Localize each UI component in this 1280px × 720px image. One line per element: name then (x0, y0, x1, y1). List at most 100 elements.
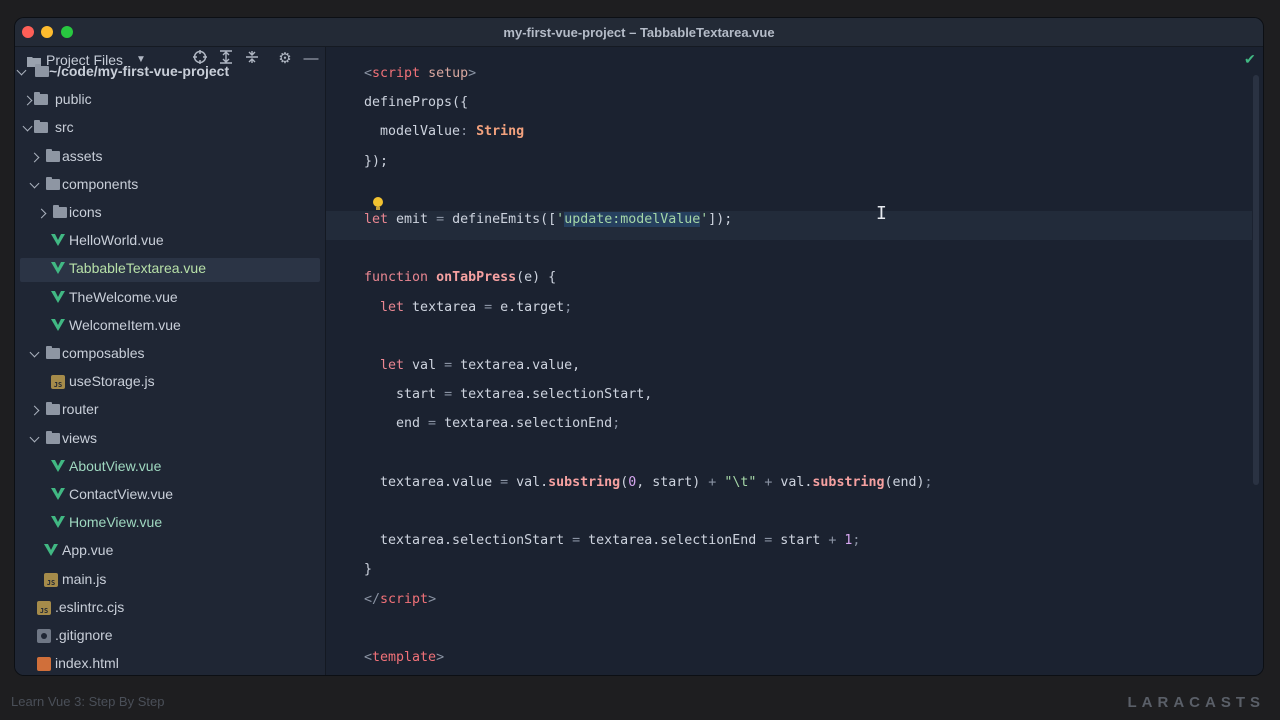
tree-item-label: public (55, 91, 92, 108)
vue-file-icon (51, 262, 65, 275)
chevron-down-icon[interactable] (29, 432, 40, 443)
tree-item-label: icons (69, 204, 102, 220)
tree-file[interactable]: JS .eslintrc.cjs (20, 597, 320, 621)
tree-item-label: TheWelcome.vue (69, 288, 178, 305)
tree-item-label: App.vue (62, 542, 114, 559)
code-line[interactable]: defineProps({ (364, 95, 468, 115)
chevron-down-icon[interactable] (22, 121, 33, 132)
folder-icon (53, 205, 67, 218)
tree-item-label: WelcomeItem.vue (69, 316, 181, 333)
folder-icon (46, 148, 60, 162)
code-editor[interactable]: ✔ <script setup> defineProps({ modelValue… (326, 47, 1263, 675)
ide-window: my-first-vue-project – TabbableTextarea.… (15, 18, 1263, 675)
tree-file[interactable]: JS main.js (20, 569, 320, 593)
tree-item-label: .gitignore (55, 627, 113, 643)
js-file-icon: JS (44, 572, 58, 587)
vertical-scrollbar[interactable] (1253, 75, 1259, 485)
tree-file[interactable]: ContactView.vue (20, 484, 320, 508)
folder-icon (34, 92, 48, 106)
vue-file-icon (51, 459, 65, 472)
code-line[interactable]: function onTabPress(e) { (364, 270, 556, 290)
tree-folder[interactable]: views (20, 428, 320, 452)
code-line[interactable]: let emit = defineEmits(['update:modelVal… (364, 212, 732, 232)
tree-file[interactable]: .gitignore (20, 625, 320, 649)
vue-file-icon (51, 318, 65, 331)
tree-item-label: views (62, 429, 98, 446)
code-line[interactable]: textarea.value = val.substring(0, start)… (364, 475, 933, 495)
folder-icon (34, 120, 48, 134)
code-line[interactable]: }); (364, 154, 388, 174)
lightbulb-icon[interactable] (373, 197, 383, 210)
html-file-icon (37, 657, 51, 672)
tree-item-label: main.js (62, 570, 107, 587)
tree-file[interactable]: index.html (20, 653, 320, 675)
chevron-right-icon[interactable] (29, 405, 40, 416)
tree-file[interactable]: WelcomeItem.vue (20, 315, 320, 339)
tree-folder[interactable]: src (20, 117, 320, 141)
tree-item-label: src (55, 119, 74, 136)
brand-watermark: LARACASTS (1127, 694, 1265, 711)
tree-file[interactable]: App.vue (20, 540, 320, 564)
tree-file[interactable]: HelloWorld.vue (20, 230, 320, 254)
tree-item-label: AboutView.vue (69, 457, 162, 474)
title-bar: my-first-vue-project – TabbableTextarea.… (15, 18, 1263, 47)
tree-folder[interactable]: ~/code/my-first-vue-project (16, 61, 320, 85)
code-line[interactable]: <template> (364, 650, 444, 670)
tree-item-label: router (62, 401, 99, 418)
code-line[interactable]: modelValue: String (364, 124, 524, 144)
tree-file[interactable]: TabbableTextarea.vue (20, 258, 320, 283)
folder-icon (46, 402, 60, 416)
tree-item-label: assets (62, 147, 103, 164)
course-caption: Learn Vue 3: Step By Step (11, 694, 165, 709)
code-line[interactable]: let textarea = e.target; (364, 300, 572, 320)
vue-file-icon (51, 488, 65, 500)
chevron-down-icon[interactable] (16, 65, 27, 76)
tree-item-label: useStorage.js (69, 373, 155, 390)
vue-file-icon (51, 290, 65, 303)
chevron-down-icon[interactable] (29, 178, 40, 189)
project-sidebar: Project Files ▼ ⚙ — ~/code/my-first-vue-… (15, 47, 326, 675)
folder-icon (35, 64, 49, 77)
window-title: my-first-vue-project – TabbableTextarea.… (503, 25, 775, 40)
chevron-down-icon[interactable] (29, 347, 40, 358)
gitignore-file-icon (37, 629, 51, 643)
tree-item-label: HomeView.vue (69, 514, 163, 531)
vue-file-icon (51, 234, 65, 247)
tree-folder[interactable]: router (20, 399, 320, 423)
chevron-right-icon[interactable] (29, 152, 40, 163)
folder-icon (46, 176, 60, 190)
tree-folder[interactable]: assets (20, 146, 320, 170)
chevron-right-icon[interactable] (22, 95, 33, 106)
tree-item-label: index.html (55, 655, 119, 672)
tree-file[interactable]: JS useStorage.js (20, 371, 320, 395)
code-line[interactable]: end = textarea.selectionEnd; (364, 416, 620, 436)
js-file-icon: JS (37, 600, 51, 615)
tree-folder[interactable]: components (20, 174, 320, 198)
chevron-right-icon[interactable] (36, 208, 47, 219)
tree-folder[interactable]: composables (20, 343, 320, 367)
tree-item-label: TabbableTextarea.vue (69, 260, 206, 277)
vue-file-icon (51, 516, 65, 529)
code-line[interactable]: let val = textarea.value, (364, 358, 580, 378)
checkmark-icon: ✔ (1244, 51, 1256, 67)
tree-file[interactable]: TheWelcome.vue (20, 287, 320, 311)
vue-file-icon (44, 544, 58, 557)
folder-icon (46, 430, 60, 444)
text-cursor-icon: I (876, 203, 887, 224)
code-line[interactable]: </script> (364, 592, 436, 612)
code-line[interactable]: <script setup> (364, 66, 476, 86)
tree-item-label: HelloWorld.vue (69, 232, 164, 249)
js-file-icon: JS (51, 375, 65, 390)
tree-item-label: ~/code/my-first-vue-project (49, 63, 230, 79)
code-line[interactable]: } (364, 562, 372, 582)
code-line[interactable]: textarea.selectionStart = textarea.selec… (364, 533, 860, 553)
tree-item-label: components (62, 175, 139, 192)
tree-folder[interactable]: icons (20, 202, 320, 226)
tree-file[interactable]: AboutView.vue (20, 456, 320, 480)
tree-item-label: .eslintrc.cjs (55, 598, 125, 615)
tree-folder[interactable]: public (20, 89, 320, 113)
code-line[interactable]: start = textarea.selectionStart, (364, 387, 652, 407)
tree-file[interactable]: HomeView.vue (20, 512, 320, 536)
folder-icon (46, 346, 60, 359)
tree-item-label: composables (62, 345, 145, 361)
